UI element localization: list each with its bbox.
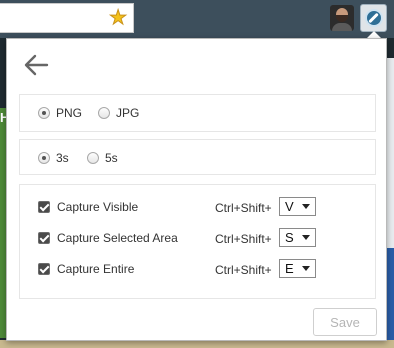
delay-section: 3s 5s (19, 139, 376, 175)
chevron-down-icon (302, 235, 310, 240)
chevron-down-icon (302, 266, 310, 271)
radio-5s[interactable] (87, 152, 99, 164)
capture-selected-area-checkbox[interactable] (38, 232, 50, 244)
save-button[interactable]: Save (313, 308, 377, 336)
capture-visible-label: Capture Visible (57, 200, 139, 214)
capture-entire-option[interactable]: Capture Entire (38, 262, 134, 276)
capture-visible-shortcut: Ctrl+Shift+ (215, 201, 272, 215)
capture-selected-area-shortcut: Ctrl+Shift+ (215, 232, 272, 246)
browser-toolbar: ★ (0, 0, 394, 38)
capture-selected-area-key-select[interactable]: S (279, 228, 316, 247)
capture-entire-key-select[interactable]: E (279, 259, 316, 278)
capture-selected-area-key: S (285, 230, 294, 245)
delay-3s-option[interactable]: 3s (38, 151, 69, 165)
delay-5s-label: 5s (105, 151, 118, 165)
address-bar[interactable]: ★ (0, 3, 134, 33)
radio-png[interactable] (38, 107, 50, 119)
radio-3s[interactable] (38, 152, 50, 164)
capture-entire-checkbox[interactable] (38, 263, 50, 275)
back-arrow-icon[interactable] (23, 52, 49, 78)
capture-selected-area-label: Capture Selected Area (57, 231, 178, 245)
screenshot-settings-popup: PNG JPG 3s 5s Capture Visible Ctrl+Shift… (6, 38, 387, 341)
capture-entire-shortcut: Ctrl+Shift+ (215, 263, 272, 277)
chevron-down-icon (302, 204, 310, 209)
capture-visible-key: V (285, 199, 294, 214)
capture-shortcuts-section: Capture Visible Ctrl+Shift+ V Capture Se… (19, 184, 376, 299)
capture-visible-checkbox[interactable] (38, 201, 50, 213)
format-section: PNG JPG (19, 94, 376, 132)
capture-visible-option[interactable]: Capture Visible (38, 200, 138, 214)
radio-jpg[interactable] (98, 107, 110, 119)
capture-visible-key-select[interactable]: V (279, 197, 316, 216)
format-jpg-label: JPG (116, 106, 140, 120)
page-background-bottom (0, 340, 394, 348)
capture-entire-label: Capture Entire (57, 262, 135, 276)
star-icon[interactable]: ★ (109, 7, 128, 30)
extension-button[interactable] (360, 4, 387, 32)
avatar[interactable] (330, 5, 354, 31)
delay-3s-label: 3s (56, 151, 69, 165)
format-png-label: PNG (56, 106, 83, 120)
delay-5s-option[interactable]: 5s (87, 151, 118, 165)
capture-selected-area-option[interactable]: Capture Selected Area (38, 231, 178, 245)
capture-entire-key: E (285, 261, 294, 276)
format-jpg-option[interactable]: JPG (98, 106, 139, 120)
format-png-option[interactable]: PNG (38, 106, 82, 120)
